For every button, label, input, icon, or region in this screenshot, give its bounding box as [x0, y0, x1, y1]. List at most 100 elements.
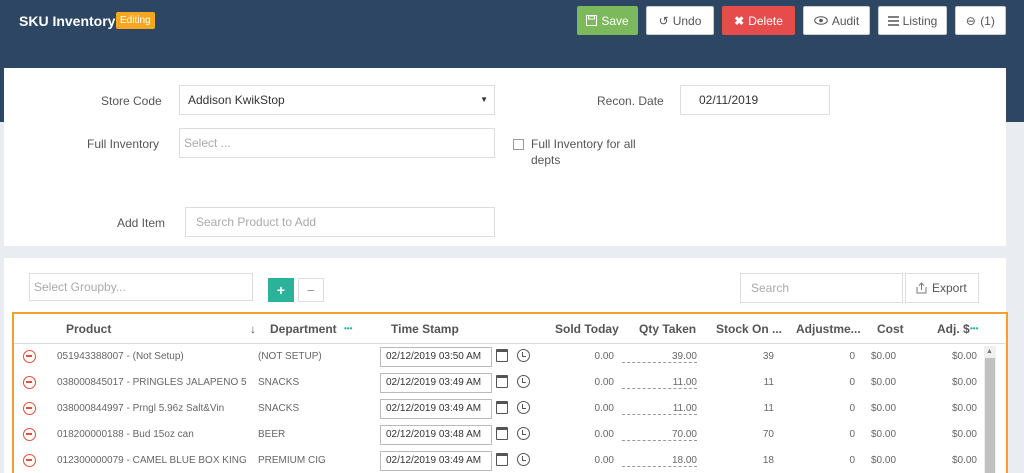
col-stock-on[interactable]: Stock On ...	[716, 322, 782, 336]
clock-icon[interactable]	[517, 349, 530, 362]
sort-arrow-icon[interactable]: ↓	[250, 322, 256, 336]
col-timestamp[interactable]: Time Stamp	[391, 322, 459, 336]
cell-adj-dollar: $0.00	[951, 351, 977, 362]
calendar-icon[interactable]	[496, 401, 508, 414]
paperclip-icon: ⊘	[962, 11, 980, 30]
store-code-label: Store Code	[101, 94, 162, 108]
clock-icon[interactable]	[517, 375, 530, 388]
timestamp-input[interactable]: 02/12/2019 03:49 AM	[380, 399, 492, 419]
add-item-input[interactable]: Search Product to Add	[185, 207, 495, 237]
cell-qty-taken[interactable]: 18.00	[622, 455, 697, 467]
grid-scrollbar[interactable]: ▲	[984, 346, 996, 473]
timestamp-input[interactable]: 02/12/2019 03:48 AM	[380, 425, 492, 445]
recon-date-input[interactable]: 02/11/2019	[680, 85, 830, 115]
cell-qty-taken[interactable]: 11.00	[622, 377, 697, 389]
form-panel: Store Code Addison KwikStop ▼ Recon. Dat…	[4, 68, 1006, 246]
col-cost[interactable]: Cost	[877, 322, 904, 336]
cell-product: 012300000079 - CAMEL BLUE BOX KING...	[57, 455, 247, 466]
table-row[interactable]: 051943388007 - (Not Setup) (NOT SETUP) 0…	[14, 344, 984, 370]
remove-row-icon[interactable]	[23, 350, 36, 363]
calendar-icon[interactable]	[496, 349, 508, 362]
cell-stock-on: 18	[762, 455, 774, 466]
cell-product: 051943388007 - (Not Setup)	[57, 351, 184, 362]
add-row-button[interactable]: +	[268, 278, 294, 302]
col-adjustment[interactable]: Adjustme...	[796, 322, 861, 336]
col-adj-dollar[interactable]: Adj. $	[937, 322, 970, 336]
list-icon	[887, 15, 899, 26]
groupby-select[interactable]: Select Groupby...	[29, 273, 253, 301]
scroll-up-icon[interactable]: ▲	[986, 348, 993, 355]
full-inventory-select[interactable]: Select ...	[179, 128, 495, 158]
add-item-label: Add Item	[117, 216, 166, 230]
delete-button[interactable]: ✖ Delete	[722, 6, 795, 35]
undo-button[interactable]: ↺ Undo	[646, 6, 714, 35]
col-department[interactable]: Department	[270, 322, 337, 336]
cell-sold-today: 0.00	[594, 455, 614, 466]
timestamp-input[interactable]: 02/12/2019 03:50 AM	[380, 347, 492, 367]
undo-icon: ↺	[658, 13, 669, 28]
page-title: SKU Inventory	[19, 13, 116, 29]
recon-date-value: 02/11/2019	[699, 93, 759, 107]
calendar-icon[interactable]	[496, 375, 508, 388]
cell-adj-dollar: $0.00	[951, 403, 977, 414]
cell-qty-taken[interactable]: 39.00	[622, 351, 697, 363]
cell-adjustment: 0	[849, 403, 855, 414]
caret-down-icon: ▼	[480, 95, 488, 104]
cell-adjustment: 0	[849, 455, 855, 466]
cell-stock-on: 11	[763, 377, 774, 388]
remove-row-icon[interactable]	[23, 402, 36, 415]
cell-product: 038000844997 - Prngl 5.96z Salt&Vin	[57, 403, 225, 414]
adj-menu-icon[interactable]: •••	[970, 324, 978, 333]
cell-department: (NOT SETUP)	[258, 351, 322, 362]
table-row[interactable]: 018200000188 - Bud 15oz can BEER 02/12/2…	[14, 422, 984, 448]
listing-button[interactable]: Listing	[878, 6, 947, 35]
full-inventory-label: Full Inventory	[87, 137, 160, 151]
clock-icon[interactable]	[517, 453, 530, 466]
department-menu-icon[interactable]: •••	[344, 324, 352, 333]
grid-search-placeholder: Search	[751, 281, 790, 295]
save-label: Save	[601, 13, 629, 28]
clock-icon[interactable]	[517, 427, 530, 440]
remove-row-icon[interactable]	[23, 376, 36, 389]
export-button[interactable]: Export	[905, 273, 979, 303]
recon-date-label: Recon. Date	[597, 94, 664, 108]
cell-cost: $0.00	[871, 351, 897, 362]
table-row[interactable]: 038000845017 - PRINGLES JALAPENO 5.... S…	[14, 370, 984, 396]
save-button[interactable]: Save	[577, 6, 638, 35]
cell-qty-taken[interactable]: 70.00	[622, 429, 697, 441]
clock-icon[interactable]	[517, 401, 530, 414]
col-product[interactable]: Product	[66, 322, 111, 336]
cell-cost: $0.00	[871, 455, 897, 466]
full-inventory-all-checkbox[interactable]	[513, 139, 524, 150]
cell-department: SNACKS	[258, 403, 300, 414]
calendar-icon[interactable]	[496, 427, 508, 440]
scrollbar-thumb[interactable]	[985, 358, 995, 473]
delete-label: Delete	[748, 13, 783, 28]
table-row[interactable]: 038000844997 - Prngl 5.96z Salt&Vin SNAC…	[14, 396, 984, 422]
timestamp-input[interactable]: 02/12/2019 03:49 AM	[380, 451, 492, 471]
remove-row-icon[interactable]	[23, 428, 36, 441]
add-item-placeholder: Search Product to Add	[196, 215, 317, 229]
table-row[interactable]: 012300000079 - CAMEL BLUE BOX KING... PR…	[14, 448, 984, 473]
audit-button[interactable]: Audit	[803, 6, 870, 35]
cell-qty-taken[interactable]: 11.00	[622, 403, 697, 415]
editing-badge: Editing	[116, 12, 155, 29]
cell-sold-today: 0.00	[594, 429, 614, 440]
calendar-icon[interactable]	[496, 453, 508, 466]
cell-stock-on: 70	[762, 429, 774, 440]
eye-icon	[814, 16, 828, 25]
cell-sold-today: 0.00	[594, 403, 614, 414]
remove-row-button[interactable]: −	[298, 278, 324, 302]
cell-cost: $0.00	[871, 429, 897, 440]
attachments-button[interactable]: ⊘ (1)	[955, 6, 1006, 35]
cell-sold-today: 0.00	[594, 351, 614, 362]
col-sold-today[interactable]: Sold Today	[555, 322, 619, 336]
store-code-select[interactable]: Addison KwikStop ▼	[179, 85, 495, 115]
cell-adjustment: 0	[849, 351, 855, 362]
close-icon: ✖	[734, 13, 745, 28]
cell-department: SNACKS	[258, 377, 300, 388]
grid-search-input[interactable]: Search	[740, 273, 903, 303]
col-qty-taken[interactable]: Qty Taken	[639, 322, 696, 336]
timestamp-input[interactable]: 02/12/2019 03:49 AM	[380, 373, 492, 393]
remove-row-icon[interactable]	[23, 454, 36, 467]
